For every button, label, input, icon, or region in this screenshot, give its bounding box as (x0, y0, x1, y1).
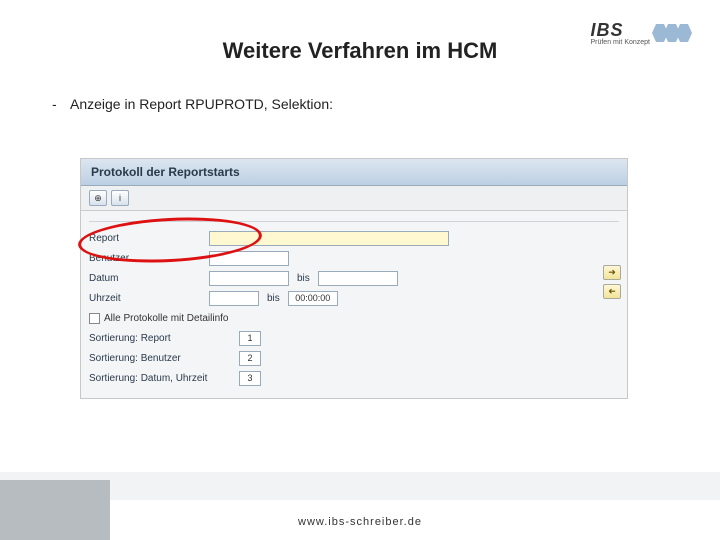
label-bis-datum: bis (297, 273, 310, 284)
datum-from-input[interactable] (209, 271, 289, 286)
sort1-input[interactable]: 1 (239, 331, 261, 346)
row-sort3: Sortierung: Datum, Uhrzeit 3 (89, 368, 619, 388)
label-sort-benutzer: Sortierung: Benutzer (89, 353, 239, 364)
row-benutzer: Benutzer (89, 248, 619, 268)
sap-toolbar: ⊕ i (81, 186, 627, 211)
row-uhrzeit: Uhrzeit bis 00:00:00 (89, 288, 619, 308)
sap-window-title: Protokoll der Reportstarts (81, 159, 627, 186)
footer: www.ibs-schreiber.de (0, 480, 720, 540)
label-benutzer: Benutzer (89, 253, 209, 264)
logo-text: IBS (590, 20, 650, 41)
label-sort-report: Sortierung: Report (89, 333, 239, 344)
label-report: Report (89, 233, 209, 244)
bullet-dash: - (52, 96, 57, 112)
logo-hex-icon (656, 24, 692, 42)
multi-select-arrows: ➜ ➜ (603, 265, 621, 299)
brand-logo: IBS Prüfen mit Konzept (590, 20, 692, 46)
arrow-right-icon[interactable]: ➜ (603, 265, 621, 280)
label-checkbox: Alle Protokolle mit Detailinfo (104, 313, 229, 324)
label-bis-uhrzeit: bis (267, 293, 280, 304)
execute-icon[interactable]: ⊕ (89, 190, 107, 206)
datum-to-input[interactable] (318, 271, 398, 286)
row-checkbox: Alle Protokolle mit Detailinfo (89, 308, 619, 328)
sap-screenshot: Protokoll der Reportstarts ⊕ i Report Be… (80, 158, 628, 399)
sap-selection-body: Report Benutzer Datum bis Uhrzeit bis 00… (81, 211, 627, 398)
row-sort1: Sortierung: Report 1 (89, 328, 619, 348)
benutzer-input[interactable] (209, 251, 289, 266)
footer-url: www.ibs-schreiber.de (0, 516, 720, 528)
label-sort-datum: Sortierung: Datum, Uhrzeit (89, 373, 239, 384)
bullet-text: Anzeige in Report RPUPROTD, Selektion: (70, 96, 333, 112)
row-datum: Datum bis (89, 268, 619, 288)
slide: Weitere Verfahren im HCM IBS Prüfen mit … (0, 0, 720, 540)
logo-subtitle: Prüfen mit Konzept (590, 39, 650, 46)
sort2-input[interactable]: 2 (239, 351, 261, 366)
info-icon[interactable]: i (111, 190, 129, 206)
row-sort2: Sortierung: Benutzer 2 (89, 348, 619, 368)
label-uhrzeit: Uhrzeit (89, 293, 209, 304)
sort3-input[interactable]: 3 (239, 371, 261, 386)
report-input[interactable] (209, 231, 449, 246)
uhrzeit-to-input[interactable]: 00:00:00 (288, 291, 338, 306)
uhrzeit-from-input[interactable] (209, 291, 259, 306)
footer-grey-block (0, 480, 110, 540)
arrow-left-icon[interactable]: ➜ (603, 284, 621, 299)
detailinfo-checkbox[interactable] (89, 313, 100, 324)
row-report: Report (89, 228, 619, 248)
label-datum: Datum (89, 273, 209, 284)
